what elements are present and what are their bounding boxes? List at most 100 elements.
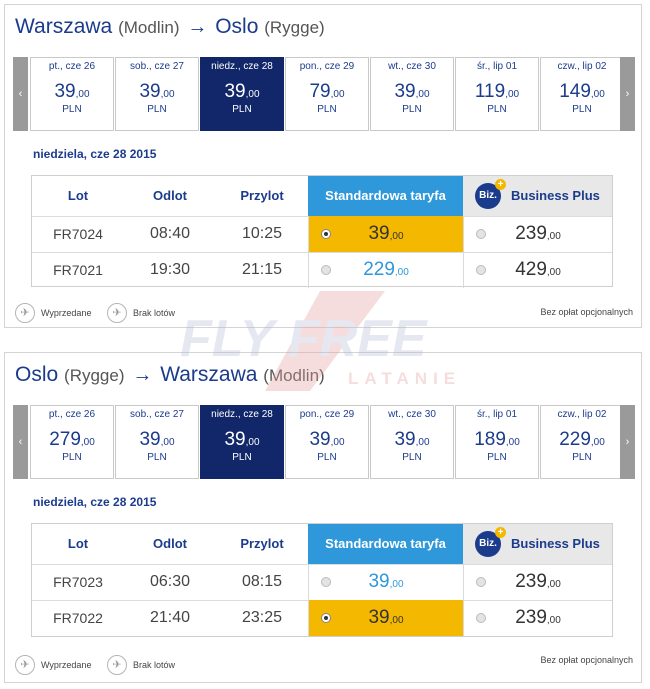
biz-logo-icon: Biz. + bbox=[475, 527, 506, 557]
day-option[interactable]: pon., cze 29 39,00 PLN bbox=[285, 405, 369, 479]
price-cents: ,00 bbox=[389, 579, 404, 590]
next-dates-button[interactable]: › bbox=[620, 405, 635, 479]
column-header-arrive: Przylot bbox=[240, 188, 284, 203]
price-whole: 429 bbox=[515, 259, 547, 280]
business-plus-label: Business Plus bbox=[511, 188, 600, 203]
day-option[interactable]: śr., lip 01 119,00 PLN bbox=[455, 57, 539, 131]
optional-fees-note: Bez opłat opcjonalnych bbox=[540, 655, 633, 665]
business-plus-label: Business Plus bbox=[511, 536, 600, 551]
currency: PLN bbox=[62, 104, 82, 115]
origin-city: Oslo bbox=[15, 363, 59, 386]
day-option[interactable]: sob., cze 27 39,00 PLN bbox=[115, 405, 199, 479]
day-label: sob., cze 27 bbox=[130, 61, 184, 72]
day-label: wt., cze 30 bbox=[388, 61, 436, 72]
day-price: 39,00 bbox=[116, 81, 198, 103]
sold-out-icon: ✈ bbox=[15, 655, 35, 675]
legend-sold-out: Wyprzedane bbox=[41, 308, 92, 318]
day-price: 79,00 bbox=[286, 81, 368, 103]
price-whole: 39 bbox=[224, 429, 246, 450]
currency: PLN bbox=[317, 452, 337, 463]
column-header-business-plus: Biz. + Business Plus bbox=[463, 176, 612, 216]
price-whole: 39 bbox=[309, 429, 331, 450]
biz-logo-text: Biz. bbox=[479, 190, 497, 201]
price-cents: ,00 bbox=[245, 437, 260, 448]
flight-number: FR7021 bbox=[53, 262, 103, 278]
day-price: 229,00 bbox=[541, 429, 623, 451]
price-cents: ,00 bbox=[330, 89, 345, 100]
day-option[interactable]: pt., cze 26 39,00 PLN bbox=[30, 57, 114, 131]
price-whole: 119 bbox=[474, 81, 506, 102]
standard-fare-option[interactable]: 39,00 bbox=[308, 216, 463, 252]
day-label: śr., lip 01 bbox=[476, 61, 518, 72]
flight-number: FR7022 bbox=[53, 610, 103, 626]
arrival-time: 08:15 bbox=[241, 573, 283, 590]
day-option[interactable]: śr., lip 01 189,00 PLN bbox=[455, 405, 539, 479]
arrival-time: 23:25 bbox=[241, 609, 283, 626]
business-plus-fare-option[interactable]: 239,00 bbox=[463, 600, 612, 636]
column-header-depart: Odlot bbox=[153, 536, 187, 551]
price-cents: ,00 bbox=[160, 437, 175, 448]
day-option[interactable]: pt., cze 26 279,00 PLN bbox=[30, 405, 114, 479]
day-option-selected[interactable]: niedz., cze 28 39,00 PLN bbox=[200, 405, 284, 479]
outbound-flight-panel: Warszawa (Modlin) → Oslo (Rygge) ‹ pt., … bbox=[4, 4, 642, 328]
fare-table: Lot Odlot Przylot Standardowa taryfa Biz… bbox=[31, 523, 613, 637]
day-option[interactable]: sob., cze 27 39,00 PLN bbox=[115, 57, 199, 131]
destination-city: Oslo bbox=[215, 15, 259, 38]
previous-dates-button[interactable]: ‹ bbox=[13, 405, 28, 479]
no-flights-icon: ✈ bbox=[107, 655, 127, 675]
biz-logo-text: Biz. bbox=[479, 538, 497, 549]
column-header-depart: Odlot bbox=[153, 188, 187, 203]
price-cents: ,00 bbox=[505, 89, 520, 100]
day-option-selected[interactable]: niedz., cze 28 39,00 PLN bbox=[200, 57, 284, 131]
day-option[interactable]: wt., cze 30 39,00 PLN bbox=[370, 57, 454, 131]
day-option[interactable]: wt., cze 30 39,00 PLN bbox=[370, 405, 454, 479]
price-whole: 149 bbox=[559, 81, 591, 102]
day-price: 39,00 bbox=[286, 429, 368, 451]
day-price: 39,00 bbox=[371, 429, 453, 451]
day-label: sob., cze 27 bbox=[130, 409, 184, 420]
sold-out-icon: ✈ bbox=[15, 303, 35, 323]
day-price: 279,00 bbox=[31, 429, 113, 451]
price-cents: ,00 bbox=[546, 579, 561, 590]
price-cents: ,00 bbox=[415, 89, 430, 100]
price-cents: ,00 bbox=[389, 615, 404, 626]
standard-fare-option[interactable]: 229,00 bbox=[308, 252, 463, 288]
fare-table: Lot Odlot Przylot Standardowa taryfa Biz… bbox=[31, 175, 613, 288]
flight-number: FR7023 bbox=[53, 574, 103, 590]
fare-price: 239,00 bbox=[464, 564, 612, 603]
route-title: Warszawa (Modlin) → Oslo (Rygge) bbox=[15, 15, 325, 39]
day-price: 39,00 bbox=[371, 81, 453, 103]
previous-dates-button[interactable]: ‹ bbox=[13, 57, 28, 131]
price-cents: ,00 bbox=[590, 89, 605, 100]
next-dates-button[interactable]: › bbox=[620, 57, 635, 131]
currency: PLN bbox=[317, 104, 337, 115]
origin-city: Warszawa bbox=[15, 15, 113, 38]
column-header-standard-fare: Standardowa taryfa bbox=[308, 524, 463, 564]
column-header-flight: Lot bbox=[67, 188, 89, 203]
day-option[interactable]: czw., lip 02 229,00 PLN bbox=[540, 405, 624, 479]
currency: PLN bbox=[232, 104, 252, 115]
business-plus-fare-option[interactable]: 429,00 bbox=[463, 252, 612, 288]
fare-price: 239,00 bbox=[464, 216, 612, 255]
destination-city: Warszawa bbox=[160, 363, 258, 386]
fare-price: 229,00 bbox=[309, 252, 463, 291]
business-plus-fare-option[interactable]: 239,00 bbox=[463, 564, 612, 600]
standard-fare-option[interactable]: 39,00 bbox=[308, 564, 463, 600]
day-price: 119,00 bbox=[456, 81, 538, 103]
price-whole: 39 bbox=[139, 429, 161, 450]
price-cents: ,00 bbox=[394, 267, 409, 278]
currency: PLN bbox=[487, 104, 507, 115]
business-plus-fare-option[interactable]: 239,00 bbox=[463, 216, 612, 252]
price-cents: ,00 bbox=[245, 89, 260, 100]
price-cents: ,00 bbox=[505, 437, 520, 448]
fare-price: 39,00 bbox=[309, 600, 463, 639]
column-header-flight: Lot bbox=[67, 536, 89, 551]
day-label: pon., cze 29 bbox=[299, 409, 355, 420]
standard-fare-option[interactable]: 39,00 bbox=[308, 600, 463, 636]
day-label: czw., lip 02 bbox=[557, 61, 607, 72]
currency: PLN bbox=[487, 452, 507, 463]
price-cents: ,00 bbox=[389, 231, 404, 242]
day-option[interactable]: pon., cze 29 79,00 PLN bbox=[285, 57, 369, 131]
fare-price: 39,00 bbox=[309, 564, 463, 603]
day-option[interactable]: czw., lip 02 149,00 PLN bbox=[540, 57, 624, 131]
